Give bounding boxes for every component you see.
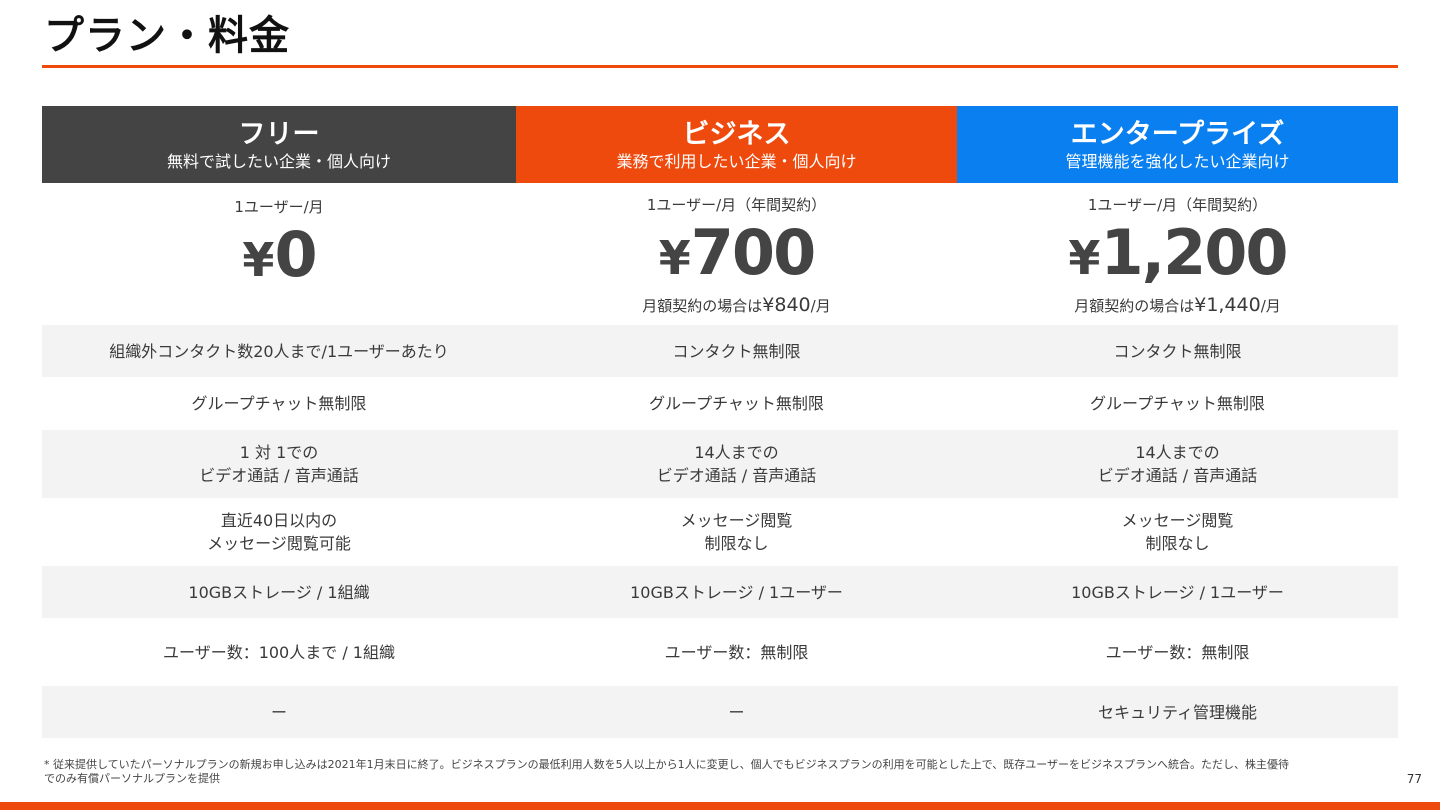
feature-cell: グループチャット無制限 [1090,394,1265,413]
feature-line: 14人までの [1135,443,1220,462]
feature-cell: ユーザー数：無制限 [1105,642,1250,662]
monthly-suffix: /月 [810,297,831,315]
feature-cell: ユーザー数：無制限 [664,642,809,662]
bottom-accent-bar [0,802,1440,810]
monthly-price-note: 月額契約の場合は¥840/月 [642,294,830,317]
plan-header-enterprise: エンタープライズ 管理機能を強化したい企業向け [957,106,1398,183]
monthly-price-note: 月額契約の場合は¥1,440/月 [1074,294,1281,317]
page-title: プラン・料金 [44,13,290,59]
plan-name: フリー [238,118,320,150]
feature-cell: グループチャット無制限 [649,394,824,413]
feature-row-storage: 10GBストレージ / 1組織 10GBストレージ / 1ユーザー 10GBスト… [42,566,1398,618]
feature-line: ビデオ通話 / 音声通話 [656,466,817,485]
feature-cell: コンタクト無制限 [672,341,801,361]
yen-sign: ¥ [658,231,691,285]
price-value: 0 [274,218,317,291]
feature-line: メッセージ閲覧 [680,511,793,530]
monthly-prefix: 月額契約の場合は [642,297,763,315]
monthly-price: ¥840 [762,294,811,316]
footnote: * 従来提供していたパーソナルプランの新規お申し込みは2021年1月末日に終了。… [44,758,1289,785]
feature-row-user-count: ユーザー数：100人まで / 1組織 ユーザー数：無制限 ユーザー数：無制限 [42,618,1398,686]
feature-cell: 10GBストレージ / 1組織 [188,582,370,602]
pricing-table: フリー 無料で試したい企業・個人向け ビジネス 業務で利用したい企業・個人向け … [42,106,1398,738]
price-amount: ¥0 [242,218,317,296]
feature-cell: 10GBストレージ / 1ユーザー [630,582,843,602]
feature-line: ビデオ通話 / 音声通話 [199,466,359,485]
feature-cell: ー [728,702,745,722]
price-unit: 1ユーザー/月 [234,198,324,216]
plan-subtitle: 管理機能を強化したい企業向け [1065,151,1290,171]
feature-cell: メッセージ閲覧 制限なし [516,509,957,555]
feature-row-message-history: 直近40日以内の メッセージ閲覧可能 メッセージ閲覧 制限なし メッセージ閲覧 制限な… [42,498,1398,566]
yen-sign: ¥ [242,233,275,287]
plan-header-free: フリー 無料で試したい企業・個人向け [42,106,516,183]
feature-cell: 14人までのビデオ通話 / 音声通話 [957,441,1398,487]
price-value: 700 [690,216,816,289]
feature-row-calls: 1 対 1でのビデオ通話 / 音声通話 14人までのビデオ通話 / 音声通話 1… [42,430,1398,498]
plan-name: エンタープライズ [1070,118,1285,150]
feature-line: 制限なし [1145,534,1210,553]
feature-cell: 10GBストレージ / 1ユーザー [1071,582,1284,602]
feature-line: ビデオ通話 / 音声通話 [1097,466,1258,485]
price-amount: ¥1,200 [1068,216,1288,294]
price-unit: 1ユーザー/月（年間契約） [646,196,827,214]
title-underline [42,65,1398,68]
price-unit: 1ユーザー/月（年間契約） [1087,196,1268,214]
plan-subtitle: 業務で利用したい企業・個人向け [616,151,857,171]
plan-subtitle: 無料で試したい企業・個人向け [166,151,391,171]
feature-cell: 1 対 1でのビデオ通話 / 音声通話 [42,441,516,487]
feature-line: メッセージ閲覧 [1121,511,1234,530]
feature-cell: コンタクト無制限 [1113,341,1242,361]
price-cell-free: 1ユーザー/月 ¥0 [42,183,516,325]
feature-cell: 14人までのビデオ通話 / 音声通話 [516,441,957,487]
feature-cell: グループチャット無制限 [191,394,367,413]
feature-line: 直近40日以内の [220,511,338,530]
price-row: 1ユーザー/月 ¥0 1ユーザー/月（年間契約） ¥700 月額契約の場合は¥8… [42,183,1398,325]
feature-cell: メッセージ閲覧 制限なし [957,509,1398,555]
price-cell-business: 1ユーザー/月（年間契約） ¥700 月額契約の場合は¥840/月 [516,183,957,325]
feature-cell: 直近40日以内の メッセージ閲覧可能 [42,509,516,555]
price-amount: ¥700 [658,216,816,294]
page-number: 77 [1406,772,1422,786]
plan-header-row: フリー 無料で試したい企業・個人向け ビジネス 業務で利用したい企業・個人向け … [42,106,1398,183]
plan-name: ビジネス [682,118,791,150]
monthly-suffix: /月 [1260,297,1281,315]
feature-row-contacts: 組織外コンタクト数20人まで/1ユーザーあたり コンタクト無制限 コンタクト無制… [42,325,1398,377]
feature-line: メッセージ閲覧可能 [207,534,351,553]
feature-line: 14人までの [694,443,779,462]
feature-cell: ユーザー数：100人まで / 1組織 [163,642,395,662]
yen-sign: ¥ [1068,231,1101,285]
feature-cell: ー [270,702,287,722]
feature-cell: 組織外コンタクト数20人まで/1ユーザーあたり [109,341,449,361]
feature-cell: セキュリティ管理機能 [1097,702,1258,722]
plan-header-business: ビジネス 業務で利用したい企業・個人向け [516,106,957,183]
monthly-prefix: 月額契約の場合は [1074,297,1195,315]
feature-line: 制限なし [704,534,769,553]
feature-row-security: ー ー セキュリティ管理機能 [42,686,1398,738]
feature-line: 1 対 1での [239,443,319,462]
feature-row-group-chat: グループチャット無制限 グループチャット無制限 グループチャット無制限 [42,377,1398,430]
monthly-price: ¥1,440 [1194,294,1261,316]
price-value: 1,200 [1100,216,1288,289]
price-cell-enterprise: 1ユーザー/月（年間契約） ¥1,200 月額契約の場合は¥1,440/月 [957,183,1398,325]
